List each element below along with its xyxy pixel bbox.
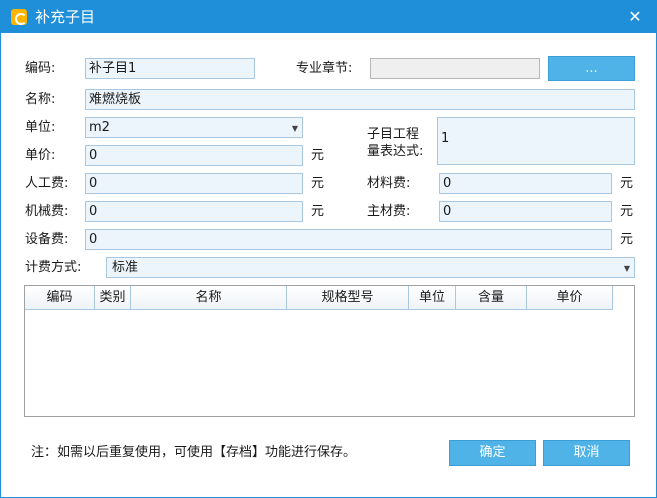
resource-grid[interactable]: 编码 类别 名称 规格型号 单位 含量 单价: [24, 285, 635, 417]
ok-button[interactable]: 确定: [449, 440, 536, 466]
fee-method-select-value: 标准: [112, 260, 139, 275]
chapter-input: [370, 58, 540, 79]
column-header-name[interactable]: 名称: [131, 286, 287, 310]
cancel-button[interactable]: 取消: [543, 440, 630, 466]
name-label: 名称:: [25, 92, 56, 107]
material-unit: 元: [620, 176, 634, 191]
labor-input[interactable]: 0: [85, 173, 303, 194]
footer-note: 注：如需以后重复使用，可使用【存档】功能进行保存。: [31, 445, 357, 460]
main-material-unit: 元: [620, 204, 634, 219]
material-input[interactable]: 0: [439, 173, 612, 194]
equipment-input[interactable]: 0: [85, 229, 612, 250]
main-material-input[interactable]: 0: [439, 201, 612, 222]
column-header-code[interactable]: 编码: [25, 286, 95, 310]
column-header-category[interactable]: 类别: [95, 286, 131, 310]
labor-label: 人工费:: [25, 176, 69, 191]
fee-method-label: 计费方式:: [25, 260, 82, 275]
title-bar[interactable]: 补充子目 ✕: [1, 1, 656, 33]
price-label: 单价:: [25, 148, 56, 163]
machine-input[interactable]: 0: [85, 201, 303, 222]
unit-label: 单位:: [25, 120, 56, 135]
equipment-label: 设备费:: [25, 232, 69, 247]
unit-select[interactable]: m2 ▼: [85, 117, 303, 138]
equipment-unit: 元: [620, 232, 634, 247]
main-material-label: 主材费:: [367, 204, 411, 219]
material-label: 材料费:: [367, 176, 411, 191]
grid-header: 编码 类别 名称 规格型号 单位 含量 单价: [25, 286, 613, 310]
app-logo-icon: [11, 9, 27, 25]
code-input[interactable]: 补子目1: [85, 58, 255, 79]
machine-label: 机械费:: [25, 204, 69, 219]
close-icon[interactable]: ✕: [626, 8, 644, 26]
price-input[interactable]: 0: [85, 145, 303, 166]
unit-select-value: m2: [89, 120, 110, 135]
machine-unit: 元: [311, 204, 325, 219]
price-unit: 元: [311, 148, 325, 163]
expr-textarea[interactable]: 1: [437, 117, 635, 165]
dialog-window: 补充子目 ✕ 编码: 补子目1 专业章节: ... 名称: 难燃烧板 单位: m…: [0, 0, 657, 498]
name-input[interactable]: 难燃烧板: [85, 89, 635, 110]
chevron-down-icon: ▼: [291, 124, 298, 133]
column-header-content[interactable]: 含量: [456, 286, 527, 310]
chapter-browse-button[interactable]: ...: [548, 56, 635, 81]
chapter-label: 专业章节:: [296, 61, 353, 76]
column-header-price[interactable]: 单价: [527, 286, 613, 310]
code-label: 编码:: [25, 61, 56, 76]
column-header-unit[interactable]: 单位: [409, 286, 456, 310]
fee-method-select[interactable]: 标准 ▼: [106, 257, 635, 278]
expr-label-line2: 量表达式:: [367, 144, 424, 159]
column-header-spec[interactable]: 规格型号: [287, 286, 409, 310]
chevron-down-icon: ▼: [623, 264, 630, 273]
dialog-title: 补充子目: [35, 8, 96, 26]
labor-unit: 元: [311, 176, 325, 191]
